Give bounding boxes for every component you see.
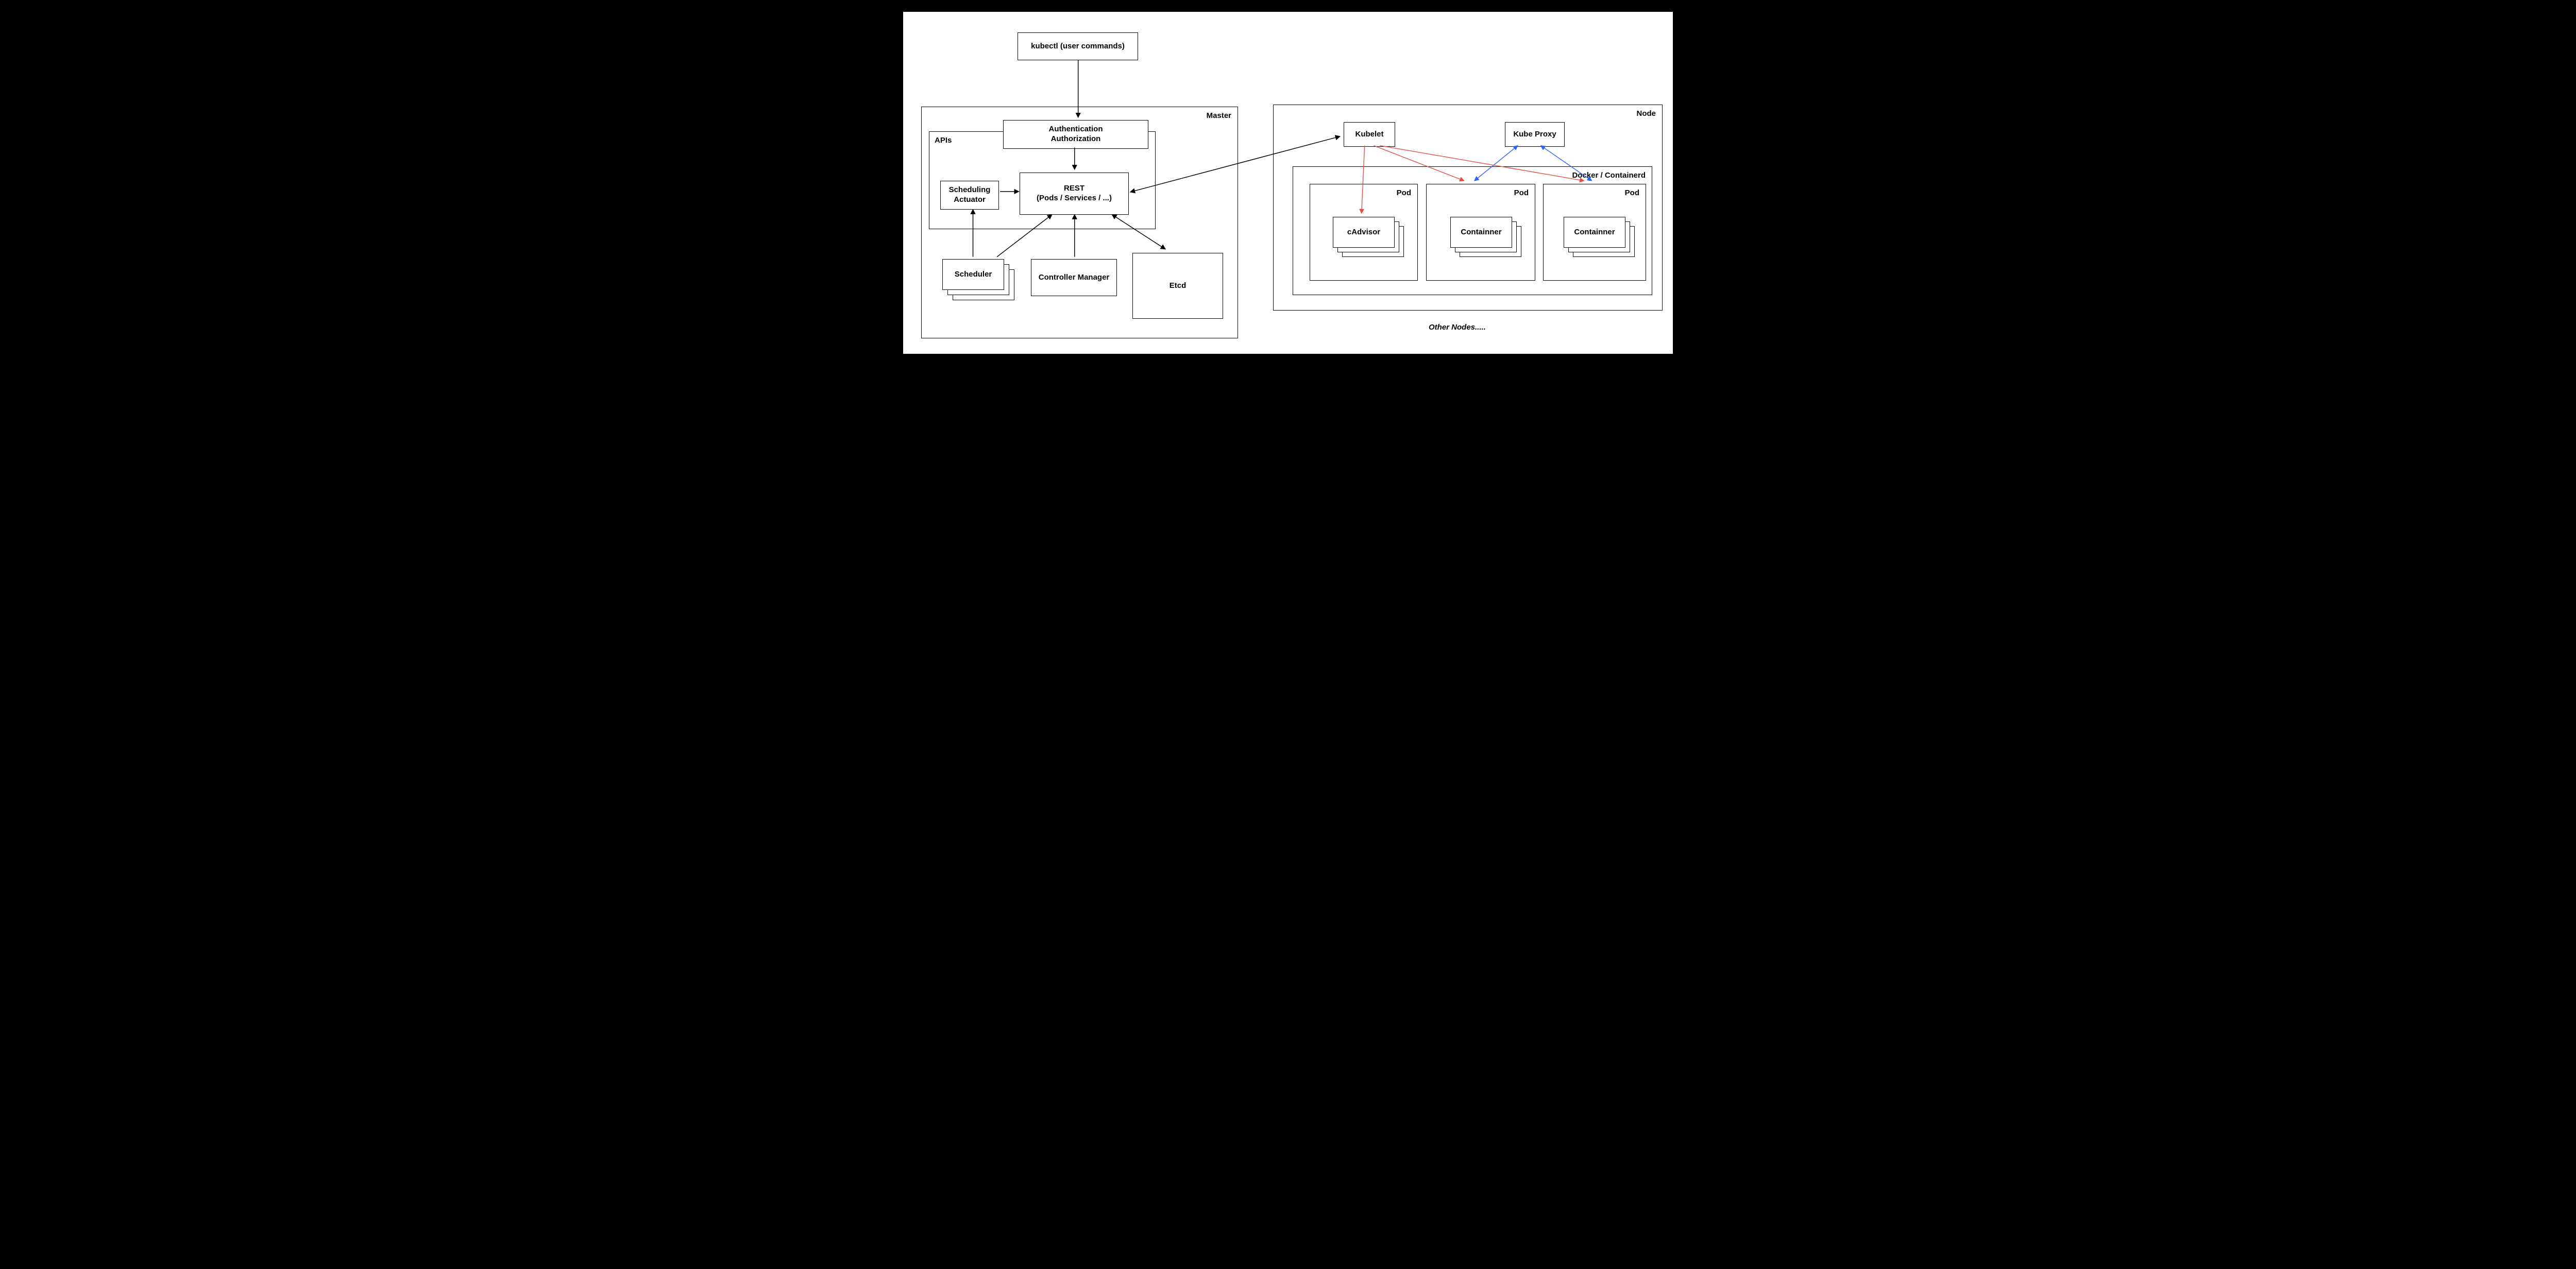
- scheduling-actuator-box: Scheduling Actuator: [940, 181, 999, 210]
- kubectl-box: kubectl (user commands): [1018, 32, 1138, 60]
- apis-label: APIs: [935, 136, 952, 146]
- kubelet-label: Kubelet: [1355, 130, 1383, 140]
- rest-l2: (Pods / Services / ...): [1037, 194, 1112, 203]
- cadvisor-label: cAdvisor: [1347, 228, 1380, 237]
- cadvisor-box: cAdvisor: [1333, 217, 1395, 248]
- etcd-box: Etcd: [1132, 253, 1223, 319]
- kube-proxy-box: Kube Proxy: [1505, 122, 1565, 147]
- sched-act-l1: Scheduling: [949, 185, 991, 195]
- container-3-box: Containner: [1564, 217, 1625, 248]
- sched-act-l2: Actuator: [954, 195, 986, 205]
- auth-box: Authentication Authorization: [1003, 120, 1148, 149]
- auth-line2: Authorization: [1051, 134, 1101, 144]
- auth-line1: Authentication: [1049, 125, 1103, 134]
- container-2-label: Containner: [1461, 228, 1501, 237]
- pod-3-label: Pod: [1625, 188, 1639, 198]
- scheduler-label: Scheduler: [955, 270, 992, 280]
- etcd-label: Etcd: [1170, 281, 1187, 291]
- kubelet-box: Kubelet: [1344, 122, 1395, 147]
- controller-manager-label: Controller Manager: [1039, 273, 1110, 283]
- scheduler-box: Scheduler: [942, 259, 1004, 290]
- architecture-diagram: kubectl (user commands) Master APIs Auth…: [902, 10, 1674, 355]
- kubectl-label: kubectl (user commands): [1031, 42, 1125, 52]
- rest-box: REST (Pods / Services / ...): [1020, 173, 1129, 215]
- rest-l1: REST: [1064, 184, 1084, 194]
- docker-label: Docker / Containerd: [1572, 171, 1646, 181]
- pod-1-label: Pod: [1397, 188, 1411, 198]
- master-title: Master: [1207, 111, 1231, 121]
- pod-2-label: Pod: [1514, 188, 1529, 198]
- controller-manager-box: Controller Manager: [1031, 259, 1117, 296]
- container-3-label: Containner: [1574, 228, 1615, 237]
- container-2-box: Containner: [1450, 217, 1512, 248]
- kube-proxy-label: Kube Proxy: [1513, 130, 1556, 140]
- other-nodes-label: Other Nodes.....: [1429, 323, 1486, 332]
- node-title: Node: [1637, 109, 1656, 119]
